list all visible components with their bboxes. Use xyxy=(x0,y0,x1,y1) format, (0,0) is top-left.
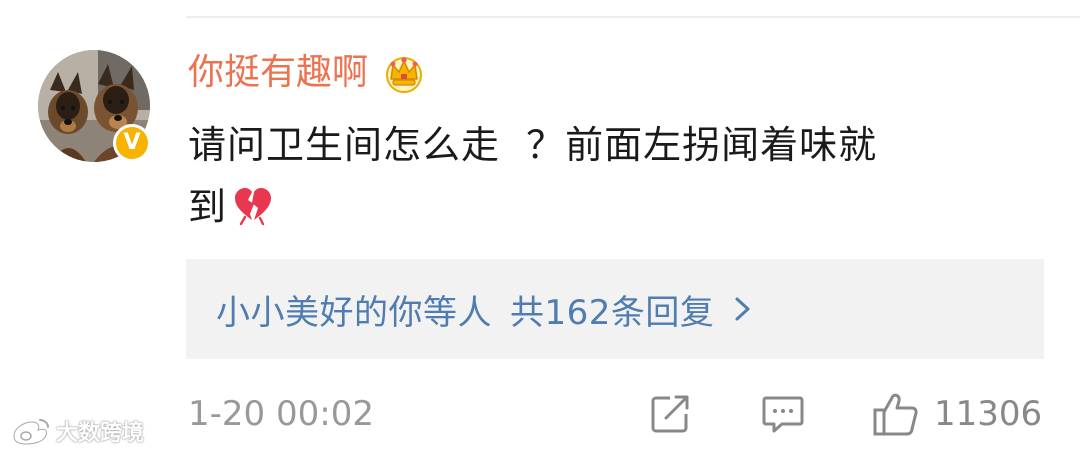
share-button[interactable] xyxy=(648,390,692,438)
thumbs-up-icon xyxy=(873,393,918,436)
username[interactable]: 你挺有趣啊 xyxy=(188,46,368,100)
watermark: 大数跨境 xyxy=(8,414,144,448)
broken-heart-icon xyxy=(235,188,272,226)
reply-button[interactable] xyxy=(760,390,806,438)
weibo-comment-card: V 你挺有趣啊 请问卫生间怎么走 ？前面左拐闻着味就 到 小小美好的你等人 共1… xyxy=(0,0,1080,452)
comment-icon xyxy=(762,396,804,433)
username-row: 你挺有趣啊 xyxy=(188,46,426,100)
crown-icon xyxy=(386,57,423,93)
comment-text: 请问卫生间怎么走 ？前面左拐闻着味就 到 xyxy=(188,114,1008,238)
verified-v-icon: V xyxy=(113,124,151,162)
chevron-right-icon xyxy=(735,297,750,321)
like-button[interactable]: 11306 xyxy=(872,390,1042,438)
comment-line-2: 到 xyxy=(188,176,1008,238)
watermark-text: 大数跨境 xyxy=(56,421,145,446)
like-count: 11306 xyxy=(934,394,1043,434)
divider xyxy=(186,16,1080,18)
edit-share-icon xyxy=(651,395,689,433)
reply-count[interactable]: 共162条回复 xyxy=(510,285,714,334)
reply-users[interactable]: 小小美好的你等人 xyxy=(216,285,492,334)
replies-summary[interactable]: 小小美好的你等人 共162条回复 xyxy=(186,259,1044,359)
comment-line-1: 请问卫生间怎么走 ？前面左拐闻着味就 xyxy=(188,123,878,167)
comment-line-2-text: 到 xyxy=(188,185,228,229)
timestamp: 1-20 00:02 xyxy=(188,394,374,434)
verified-mark: V xyxy=(116,127,148,159)
weibo-logo-icon xyxy=(12,419,49,446)
